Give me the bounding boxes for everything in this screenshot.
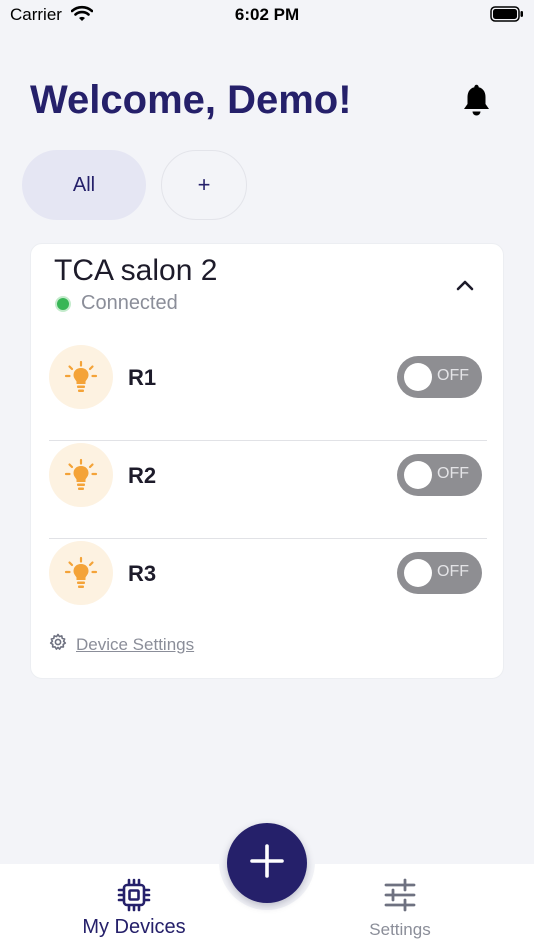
relay-row: R3 OFF	[49, 539, 487, 637]
chip-icon	[34, 878, 234, 912]
plus-icon	[249, 843, 285, 884]
filter-all-label: All	[72, 173, 96, 196]
device-settings-link[interactable]: Device Settings	[49, 633, 194, 656]
toggle-state-label: OFF	[437, 465, 469, 482]
sliders-icon	[300, 878, 500, 912]
lightbulb-icon	[49, 541, 113, 605]
page-title: Welcome, Demo!	[30, 78, 352, 122]
device-card: TCA salon 2 Connected R1 OFF R2 OFF R3 O…	[30, 243, 504, 679]
connection-status-text: Connected	[81, 292, 178, 314]
toggle-knob	[404, 461, 432, 489]
lightbulb-icon	[49, 443, 113, 507]
relay-toggle[interactable]: OFF	[397, 356, 482, 398]
status-time: 6:02 PM	[234, 5, 300, 24]
relay-name: R2	[128, 463, 157, 488]
status-bar: Carrier 6:02 PM	[0, 0, 534, 30]
relay-toggle[interactable]: OFF	[397, 454, 482, 496]
add-group-chip[interactable]: +	[161, 150, 247, 220]
toggle-knob	[404, 363, 432, 391]
tab-settings-label: Settings	[369, 920, 431, 939]
device-settings-label: Device Settings	[76, 634, 195, 654]
relay-name: R3	[128, 561, 157, 586]
tab-my-devices-label: My Devices	[82, 916, 186, 938]
gear-icon	[49, 633, 67, 656]
device-title: TCA salon 2	[54, 254, 218, 287]
status-dot-icon	[55, 295, 71, 312]
filter-all-chip[interactable]: All	[22, 150, 146, 220]
battery-icon	[490, 6, 524, 27]
lightbulb-icon	[49, 345, 113, 409]
tab-my-devices[interactable]: My Devices	[34, 864, 234, 950]
bell-icon[interactable]	[461, 84, 492, 123]
relay-name: R1	[128, 365, 157, 390]
chevron-up-icon[interactable]	[455, 278, 475, 297]
connection-status: Connected	[55, 292, 178, 315]
toggle-state-label: OFF	[437, 563, 469, 580]
toggle-knob	[404, 559, 432, 587]
toggle-state-label: OFF	[437, 367, 469, 384]
relay-toggle[interactable]: OFF	[397, 552, 482, 594]
tab-settings[interactable]: Settings	[300, 864, 500, 950]
add-group-label: +	[197, 172, 211, 197]
add-device-button[interactable]	[227, 823, 307, 903]
relay-row: R2 OFF	[49, 441, 487, 539]
relay-row: R1 OFF	[49, 343, 487, 441]
